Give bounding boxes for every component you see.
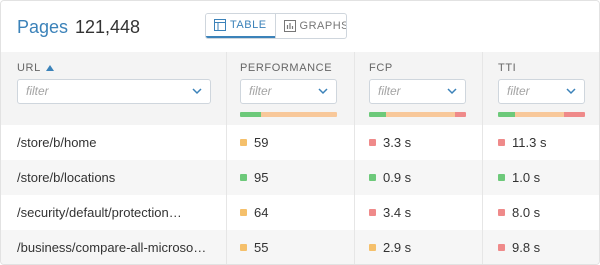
tti-value: 9.8 s xyxy=(512,240,541,255)
distribution-segment-average xyxy=(515,112,565,117)
table-row[interactable]: /security/default/protection… 64 3.4 s 8… xyxy=(1,195,599,230)
url-cell[interactable]: /store/b/locations xyxy=(17,160,217,195)
graphs-view-label: GRAPHS xyxy=(299,20,347,32)
fcp-cell: 3.4 s xyxy=(369,195,411,230)
chevron-down-icon[interactable] xyxy=(566,88,576,95)
page-count: 121,448 xyxy=(75,17,141,37)
table-row[interactable]: /business/compare-all-microso… 55 2.9 s … xyxy=(1,230,599,264)
chevron-down-icon[interactable] xyxy=(447,88,457,95)
panel-header: Pages 121,448 TABLE GRAPHS xyxy=(1,1,599,52)
status-indicator xyxy=(369,209,376,216)
performance-cell: 55 xyxy=(240,230,269,264)
status-indicator xyxy=(240,174,247,181)
distribution-segment-poor xyxy=(564,112,585,117)
status-indicator xyxy=(498,174,505,181)
column-divider xyxy=(354,52,355,264)
column-tti: TTI xyxy=(498,52,585,125)
tti-value: 8.0 s xyxy=(512,205,541,220)
fcp-value: 3.4 s xyxy=(383,205,412,220)
status-indicator xyxy=(498,139,505,146)
status-indicator xyxy=(240,209,247,216)
performance-filter[interactable] xyxy=(240,79,337,104)
column-label-fcp: FCP xyxy=(369,62,393,74)
status-indicator xyxy=(498,209,505,216)
status-indicator xyxy=(240,139,247,146)
pages-panel: Pages 121,448 TABLE GRAPHS URL filter PE… xyxy=(0,0,600,265)
performance-filter-input[interactable] xyxy=(249,84,310,98)
fcp-cell: 2.9 s xyxy=(369,230,412,264)
tti-cell: 1.0 s xyxy=(498,160,540,195)
performance-value: 64 xyxy=(254,205,269,220)
table-icon xyxy=(214,19,226,31)
view-toggle: TABLE GRAPHS xyxy=(205,13,347,39)
fcp-cell: 3.3 s xyxy=(369,125,411,160)
performance-value: 95 xyxy=(254,170,269,185)
table-view-button[interactable]: TABLE xyxy=(206,14,275,38)
status-indicator xyxy=(369,139,376,146)
status-indicator xyxy=(240,244,247,251)
performance-value: 55 xyxy=(254,240,269,255)
url-cell[interactable]: /security/default/protection… xyxy=(17,195,217,230)
fcp-value: 3.3 s xyxy=(383,135,412,150)
performance-cell: 59 xyxy=(240,125,268,160)
page-title: Pages xyxy=(17,17,69,37)
url-filter-input[interactable] xyxy=(26,84,184,98)
column-label-tti: TTI xyxy=(498,62,517,74)
column-label-performance: PERFORMANCE xyxy=(240,62,333,74)
tti-filter-input[interactable] xyxy=(507,84,558,98)
table-row[interactable]: /store/b/home 59 3.3 s 11.3 s xyxy=(1,125,599,160)
column-divider xyxy=(226,52,227,264)
column-header-url[interactable]: URL xyxy=(17,62,54,74)
graphs-view-button[interactable]: GRAPHS xyxy=(274,14,347,38)
column-fcp: FCP xyxy=(369,52,466,125)
chevron-down-icon[interactable] xyxy=(318,88,328,95)
tti-cell: 11.3 s xyxy=(498,125,546,160)
tti-value: 1.0 s xyxy=(512,170,541,185)
distribution-segment-average xyxy=(261,112,337,117)
distribution-segment-average xyxy=(386,112,456,117)
sort-ascending-icon xyxy=(45,65,54,71)
distribution-segment-good xyxy=(240,112,262,117)
url-filter[interactable] xyxy=(17,79,211,104)
fcp-value: 2.9 s xyxy=(383,240,412,255)
fcp-cell: 0.9 s xyxy=(369,160,411,195)
chevron-down-icon[interactable] xyxy=(192,88,202,95)
tti-cell: 9.8 s xyxy=(498,230,541,264)
tti-cell: 8.0 s xyxy=(498,195,540,230)
table-header: URL PERFORMANCE FCP xyxy=(1,52,599,125)
performance-cell: 95 xyxy=(240,160,268,195)
column-divider xyxy=(482,52,483,264)
performance-distribution-bar xyxy=(240,112,337,117)
tti-distribution-bar xyxy=(498,112,585,117)
column-header-tti[interactable]: TTI xyxy=(498,62,516,74)
status-indicator xyxy=(369,244,376,251)
tti-value: 11.3 s xyxy=(512,135,547,150)
url-cell[interactable]: /store/b/home xyxy=(17,125,217,160)
table-view-label: TABLE xyxy=(230,19,267,31)
tti-filter[interactable] xyxy=(498,79,585,104)
performance-cell: 64 xyxy=(240,195,268,230)
status-indicator xyxy=(498,244,505,251)
url-cell[interactable]: /business/compare-all-microso… xyxy=(17,230,217,264)
table-row[interactable]: /store/b/locations 95 0.9 s 1.0 s xyxy=(1,160,599,195)
fcp-distribution-bar xyxy=(369,112,466,117)
fcp-filter-input[interactable] xyxy=(378,84,439,98)
column-performance: PERFORMANCE xyxy=(240,52,337,125)
column-header-fcp[interactable]: FCP xyxy=(369,62,393,74)
performance-value: 59 xyxy=(254,135,269,150)
column-label-url: URL xyxy=(17,62,41,74)
bar-chart-icon xyxy=(283,20,296,32)
distribution-segment-good xyxy=(369,112,387,117)
fcp-value: 0.9 s xyxy=(383,170,412,185)
distribution-segment-good xyxy=(498,112,516,117)
status-indicator xyxy=(369,174,376,181)
column-url: URL xyxy=(17,52,211,125)
column-header-performance[interactable]: PERFORMANCE xyxy=(240,62,332,74)
fcp-filter[interactable] xyxy=(369,79,466,104)
distribution-segment-poor xyxy=(455,112,466,117)
